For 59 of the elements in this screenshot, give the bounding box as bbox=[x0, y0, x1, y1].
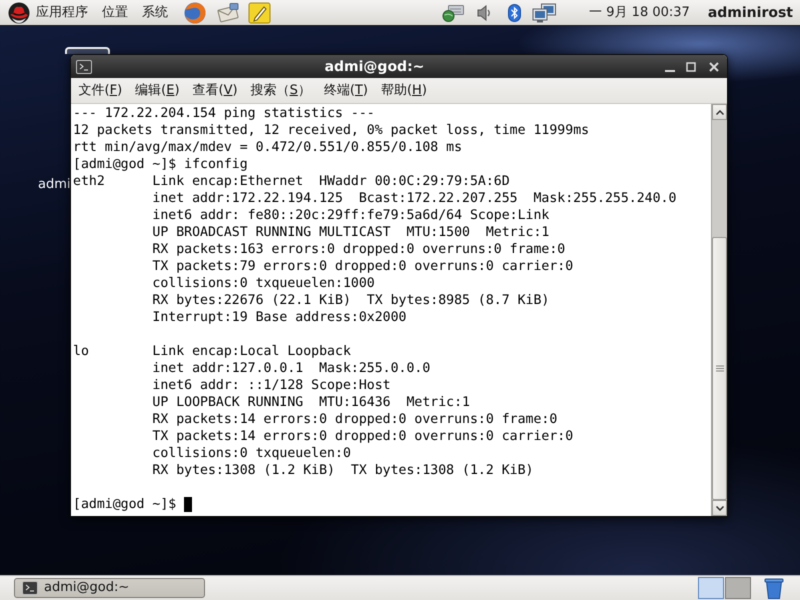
interface-detail: inet addr:172.22.194.125 Bcast:172.22.207.255 Mask:255.255.240.0 bbox=[152, 190, 676, 207]
hat-logo-icon[interactable] bbox=[8, 2, 30, 24]
interface-detail: UP LOOPBACK RUNNING MTU:16436 Metric:1 bbox=[152, 394, 471, 411]
taskbar-button[interactable]: admi@god:~ bbox=[14, 578, 205, 598]
menu-item[interactable]: 文件(F) bbox=[72, 82, 129, 98]
interface-detail: Interrupt:19 Base address:0x2000 bbox=[152, 309, 408, 326]
interface-detail: Link encap:Ethernet HWaddr 00:0C:29:79:5A:6D bbox=[152, 173, 511, 190]
interface-detail: collisions:0 txqueuelen:0 bbox=[152, 445, 352, 462]
interface-detail: inet6 addr: ::1/128 Scope:Host bbox=[152, 377, 392, 394]
interface-detail: UP BROADCAST RUNNING MULTICAST MTU:1500 Metric:1 bbox=[152, 224, 550, 241]
menu-item[interactable]: 终端(T) bbox=[317, 82, 374, 98]
interface-detail: RX packets:163 errors:0 dropped:0 overruns:0 frame:0 bbox=[152, 241, 566, 258]
user-name[interactable]: adminirost bbox=[708, 4, 793, 20]
interface-detail: collisions:0 txqueuelen:1000 bbox=[152, 275, 376, 292]
scroll-down-button[interactable] bbox=[712, 500, 727, 516]
interface-name: lo bbox=[73, 343, 90, 360]
network-icon[interactable] bbox=[442, 4, 464, 22]
envelope-icon[interactable] bbox=[216, 2, 240, 24]
panel-menu[interactable]: 位置 bbox=[102, 4, 128, 20]
workspace-tile[interactable] bbox=[698, 577, 724, 599]
interface-name: eth2 bbox=[73, 173, 106, 190]
interface-detail: RX packets:14 errors:0 dropped:0 overruns:0 frame:0 bbox=[152, 411, 558, 428]
notepad-icon[interactable] bbox=[248, 2, 271, 24]
terminal-line: rtt min/avg/max/mdev = 0.472/0.551/0.855/0.108 ms bbox=[73, 139, 464, 156]
interface-detail: TX packets:14 errors:0 dropped:0 overruns:0 carrier:0 bbox=[152, 428, 574, 445]
menu-item[interactable]: 查看(V) bbox=[186, 82, 244, 98]
interface-detail: RX bytes:22676 (22.1 KiB) TX bytes:8985 (8.7 KiB) bbox=[152, 292, 550, 309]
scrollbar-thumb[interactable] bbox=[712, 237, 727, 500]
trash-icon[interactable] bbox=[763, 577, 785, 599]
maximize-icon bbox=[686, 62, 696, 72]
desktop-icon-label[interactable]: admi bbox=[38, 177, 70, 192]
interface-detail: RX bytes:1308 (1.2 KiB) TX bytes:1308 (1.2 KiB) bbox=[152, 462, 534, 479]
monitors-icon[interactable] bbox=[532, 2, 556, 22]
icon-selection-frame[interactable] bbox=[65, 47, 110, 54]
interface-detail: TX packets:79 errors:0 dropped:0 overruns:0 carrier:0 bbox=[152, 258, 574, 275]
workspace-tile[interactable] bbox=[725, 577, 751, 599]
menu-item[interactable]: 搜索（S） bbox=[244, 82, 318, 98]
grip-icon bbox=[716, 365, 724, 372]
bluetooth-icon[interactable] bbox=[508, 4, 522, 22]
interface-detail: inet addr:127.0.0.1 Mask:255.0.0.0 bbox=[152, 360, 432, 377]
scroll-up-button[interactable] bbox=[712, 104, 727, 120]
terminal-icon[interactable] bbox=[76, 60, 92, 74]
menu-item[interactable]: 帮助(H) bbox=[374, 82, 434, 98]
speaker-icon[interactable] bbox=[477, 4, 492, 20]
terminal-line: 12 packets transmitted, 12 received, 0% packet loss, time 11999ms bbox=[73, 122, 590, 139]
terminal-line: --- 172.22.204.154 ping statistics --- bbox=[73, 105, 376, 122]
panel-menu[interactable]: 系统 bbox=[142, 4, 168, 20]
close-icon bbox=[709, 62, 719, 72]
interface-detail: Link encap:Local Loopback bbox=[152, 343, 352, 360]
prompt-line: [admi@god ~]$ bbox=[73, 496, 176, 513]
clock[interactable]: 一 9月 18 00:37 bbox=[589, 4, 690, 20]
terminal-icon bbox=[22, 581, 38, 595]
panel-menu[interactable]: 应用程序 bbox=[36, 4, 88, 20]
window-title: admi@god:~ bbox=[324, 58, 424, 74]
minimize-icon bbox=[665, 70, 675, 72]
interface-detail: inet6 addr: fe80::20c:29ff:fe79:5a6d/64 Scope:Link bbox=[152, 207, 550, 224]
menu-item[interactable]: 编辑(E) bbox=[128, 82, 186, 98]
globe-icon[interactable] bbox=[183, 0, 207, 24]
terminal-line: [admi@god ~]$ ifconfig bbox=[73, 156, 249, 173]
